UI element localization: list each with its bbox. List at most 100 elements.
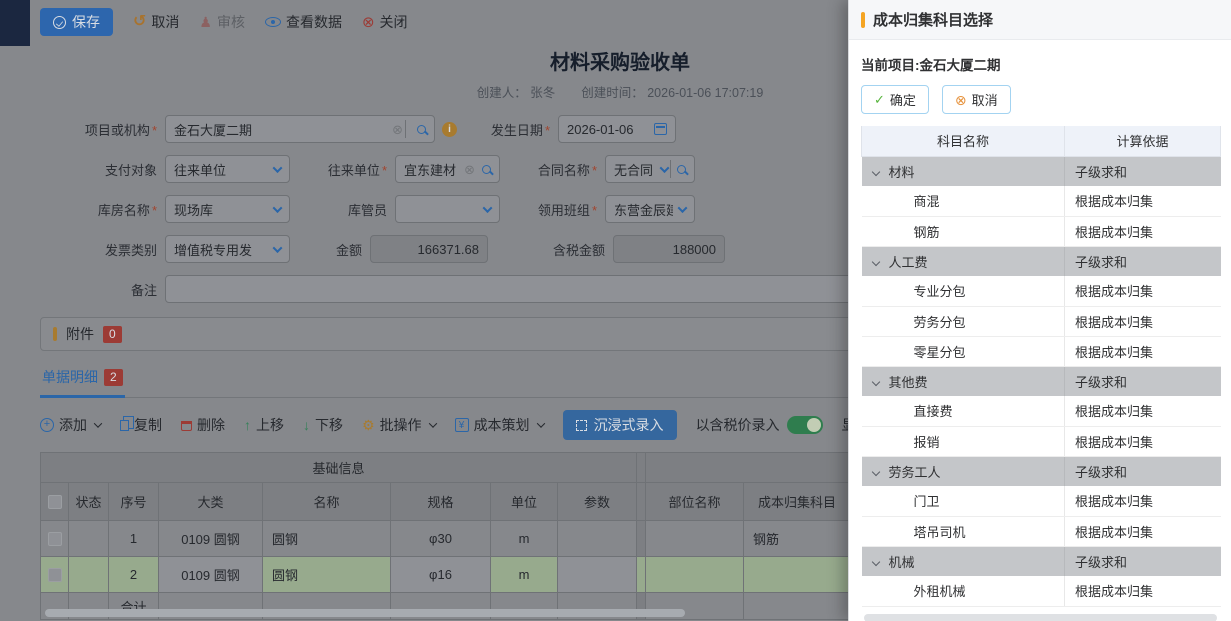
basis-cell: 根据成本归集 bbox=[1065, 306, 1221, 336]
section-marker-icon bbox=[53, 327, 57, 341]
project-field[interactable]: 金石大厦二期 ⊗ bbox=[165, 115, 435, 143]
horizontal-scrollbar[interactable] bbox=[45, 609, 685, 617]
subject-name-cell: 劳务分包 bbox=[862, 306, 1065, 336]
subject-row[interactable]: 商混 根据成本归集 bbox=[862, 186, 1221, 216]
subject-row[interactable]: 门卫 根据成本归集 bbox=[862, 486, 1221, 516]
param-cell bbox=[558, 557, 637, 593]
subject-row[interactable]: 报销 根据成本归集 bbox=[862, 426, 1221, 456]
subject-name-cell: 机械 bbox=[862, 546, 1065, 576]
subject-row[interactable]: 材料 子级求和 bbox=[862, 156, 1221, 186]
subject-name-cell: 人工费 bbox=[862, 246, 1065, 276]
subject-row[interactable]: 其他费 子级求和 bbox=[862, 366, 1221, 396]
chevron-down-icon bbox=[678, 203, 688, 213]
cancel-button[interactable]: ↺ 取消 bbox=[133, 12, 179, 32]
tax-incl-amount-field: 188000 bbox=[613, 235, 725, 263]
subject-row[interactable]: 劳务分包 根据成本归集 bbox=[862, 306, 1221, 336]
row-checkbox[interactable] bbox=[48, 568, 62, 582]
clear-icon[interactable]: ⊗ bbox=[464, 163, 475, 176]
arrow-up-icon: ↑ bbox=[244, 418, 251, 432]
creator-name: 张冬 bbox=[530, 86, 555, 100]
row-checkbox[interactable] bbox=[48, 532, 62, 546]
partner-field[interactable]: 宜东建材 ⊗ bbox=[395, 155, 500, 183]
subject-name-cell: 门卫 bbox=[862, 486, 1065, 516]
subject-row[interactable]: 机械 子级求和 bbox=[862, 546, 1221, 576]
move-down-button[interactable]: ↓ 下移 bbox=[303, 415, 343, 435]
cost-subject-cell: 钢筋 bbox=[744, 521, 851, 557]
pay-target-select[interactable]: 往来单位 bbox=[165, 155, 290, 183]
drawer-cancel-button[interactable]: ⊗ 取消 bbox=[942, 85, 1011, 114]
chevron-down-icon bbox=[660, 163, 670, 173]
tax-incl-amount-label: 含税金额 bbox=[488, 240, 613, 259]
basis-cell: 根据成本归集 bbox=[1065, 186, 1221, 216]
immersive-entry-button[interactable]: 沉浸式录入 bbox=[563, 410, 677, 440]
search-icon[interactable] bbox=[677, 165, 686, 174]
search-icon[interactable] bbox=[417, 125, 426, 134]
collapse-icon[interactable] bbox=[871, 468, 879, 476]
collapse-icon[interactable] bbox=[871, 258, 879, 266]
info-icon[interactable] bbox=[442, 122, 457, 137]
basis-cell: 根据成本归集 bbox=[1065, 396, 1221, 426]
copy-button[interactable]: 复制 bbox=[120, 415, 162, 435]
confirm-button[interactable]: ✓ 确定 bbox=[861, 85, 929, 114]
amount-field: 166371.68 bbox=[370, 235, 488, 263]
delete-button[interactable]: 删除 bbox=[181, 415, 225, 435]
table-column-header: 状态 序号 大类 名称 规格 单位 参数 部位名称 成本归集科目 bbox=[41, 483, 851, 521]
collapse-icon[interactable] bbox=[871, 378, 879, 386]
param-cell bbox=[558, 521, 637, 557]
subject-row[interactable]: 零星分包 根据成本归集 bbox=[862, 336, 1221, 366]
select-all-checkbox[interactable] bbox=[48, 495, 62, 509]
drawer-title: 成本归集科目选择 bbox=[873, 9, 993, 30]
basis-cell: 子级求和 bbox=[1065, 366, 1221, 396]
partner-label: 往来单位* bbox=[290, 160, 395, 179]
save-button[interactable]: 保存 bbox=[40, 8, 113, 36]
chevron-down-icon bbox=[273, 243, 283, 253]
basis-cell: 子级求和 bbox=[1065, 156, 1221, 186]
close-button[interactable]: ⊗ 关闭 bbox=[362, 12, 408, 32]
clear-icon[interactable]: ⊗ bbox=[392, 123, 403, 136]
basis-cell: 子级求和 bbox=[1065, 546, 1221, 576]
save-label: 保存 bbox=[72, 12, 100, 32]
move-up-button[interactable]: ↑ 上移 bbox=[244, 415, 284, 435]
occur-date-field[interactable]: 2026-01-06 bbox=[558, 115, 676, 143]
trash-icon bbox=[181, 421, 192, 431]
unit-cell: m bbox=[491, 557, 558, 593]
calendar-icon[interactable] bbox=[654, 123, 667, 135]
tax-price-toggle[interactable] bbox=[787, 416, 823, 434]
audit-button[interactable]: ♟ 审核 bbox=[199, 12, 245, 32]
view-data-button[interactable]: 查看数据 bbox=[265, 12, 342, 32]
subject-row[interactable]: 钢筋 根据成本归集 bbox=[862, 216, 1221, 246]
batch-ops-button[interactable]: ⚙ 批操作 bbox=[362, 415, 436, 435]
subject-name-cell: 零星分包 bbox=[862, 336, 1065, 366]
name-cell: 圆钢 bbox=[263, 521, 391, 557]
collapse-icon[interactable] bbox=[871, 168, 879, 176]
spec-cell: φ30 bbox=[391, 521, 491, 557]
drawer-horizontal-scrollbar[interactable] bbox=[864, 614, 1217, 621]
occur-date-label: 发生日期* bbox=[457, 120, 558, 139]
chevron-down-icon bbox=[483, 203, 493, 213]
table-row[interactable]: 1 0109 圆钢 圆钢 φ30 m 钢筋 bbox=[41, 521, 851, 557]
name-cell: 圆钢 bbox=[263, 557, 391, 593]
plus-circle-icon bbox=[40, 418, 54, 432]
contract-select[interactable]: 无合同 bbox=[605, 155, 695, 183]
cost-subject-drawer: 成本归集科目选择 当前项目:金石大厦二期 ✓ 确定 ⊗ 取消 科目名称 计算依据 bbox=[848, 0, 1231, 621]
team-select[interactable]: 东营金辰建筑- bbox=[605, 195, 695, 223]
cost-plan-button[interactable]: 成本策划 bbox=[455, 415, 544, 435]
subject-row[interactable]: 劳务工人 子级求和 bbox=[862, 456, 1221, 486]
add-button[interactable]: 添加 bbox=[40, 415, 101, 435]
keeper-select[interactable] bbox=[395, 195, 500, 223]
subject-row[interactable]: 人工费 子级求和 bbox=[862, 246, 1221, 276]
invoice-type-select[interactable]: 增值税专用发 bbox=[165, 235, 290, 263]
search-icon[interactable] bbox=[482, 165, 491, 174]
subject-name-cell: 专业分包 bbox=[862, 276, 1065, 306]
warehouse-select[interactable]: 现场库 bbox=[165, 195, 290, 223]
tab-detail[interactable]: 单据明细 2 bbox=[40, 367, 125, 398]
table-row[interactable]: 2 0109 圆钢 圆钢 φ16 m bbox=[41, 557, 851, 593]
subject-row[interactable]: 直接费 根据成本归集 bbox=[862, 396, 1221, 426]
subject-row[interactable]: 外租机械 根据成本归集 bbox=[862, 576, 1221, 606]
collapse-icon[interactable] bbox=[871, 558, 879, 566]
eye-icon bbox=[265, 17, 281, 27]
status-cell bbox=[69, 521, 109, 557]
subject-row[interactable]: 塔吊司机 根据成本归集 bbox=[862, 516, 1221, 546]
subject-row[interactable]: 专业分包 根据成本归集 bbox=[862, 276, 1221, 306]
fullscreen-icon bbox=[576, 420, 587, 431]
